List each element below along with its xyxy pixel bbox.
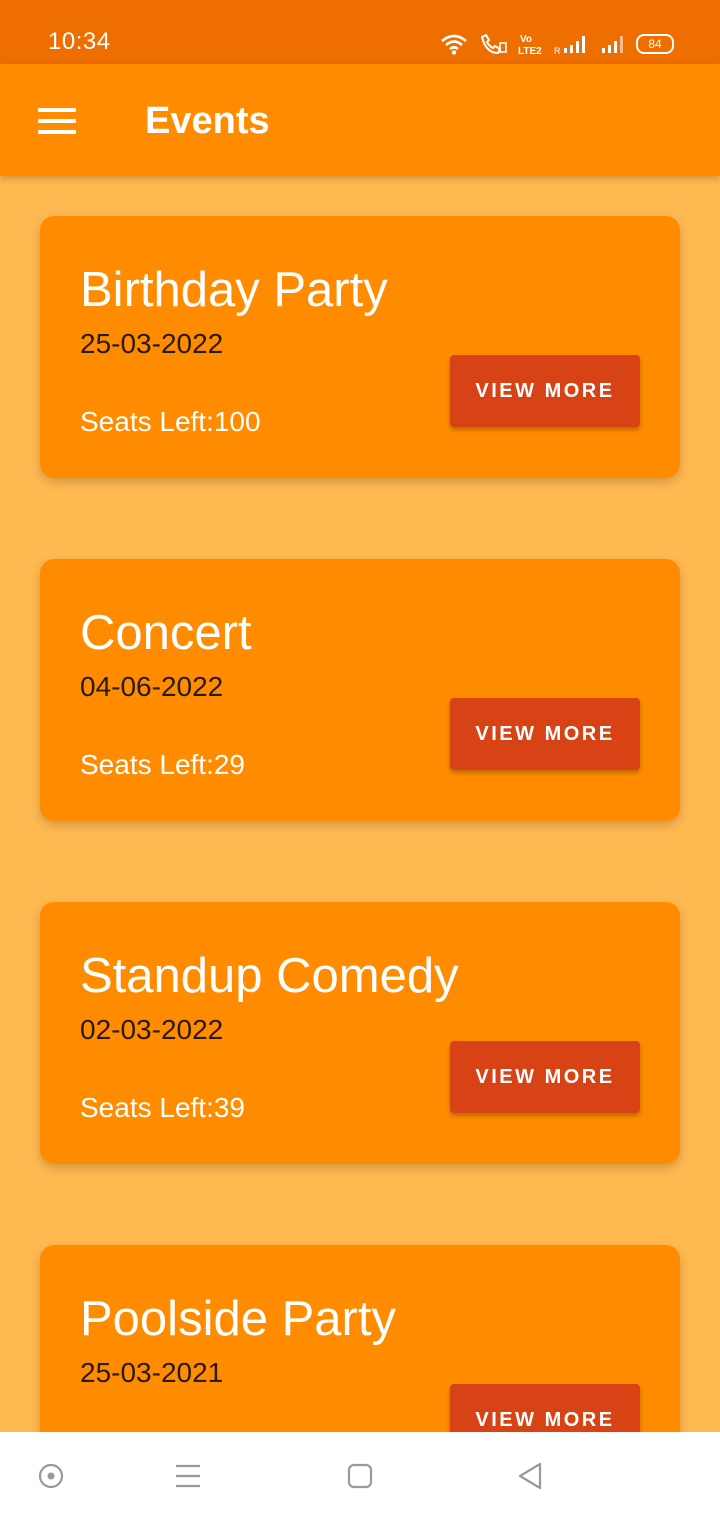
event-seats: Seats Left:39: [80, 1092, 246, 1123]
svg-text:Vo: Vo: [520, 34, 532, 45]
page-title: Events: [145, 100, 270, 142]
event-seats: Seats Left:100: [80, 406, 261, 437]
view-more-button[interactable]: VIEW MORE: [450, 1384, 640, 1432]
status-time: 10:34: [48, 28, 111, 55]
view-more-button[interactable]: VIEW MORE: [450, 698, 640, 770]
menu-icon[interactable]: [38, 108, 76, 134]
back-icon[interactable]: [516, 1462, 544, 1490]
event-title: Concert: [80, 606, 252, 660]
app-bar: Events: [0, 64, 720, 176]
volte-icon: Vo LTE2: [518, 34, 542, 56]
event-card: Concert 04-06-2022 Seats Left:29 VIEW MO…: [40, 559, 680, 821]
view-more-button[interactable]: VIEW MORE: [450, 1041, 640, 1113]
event-list[interactable]: Birthday Party 25-03-2022 Seats Left:100…: [0, 176, 720, 1432]
menu-icon-line: [38, 108, 76, 112]
system-nav-bar: [0, 1432, 720, 1520]
home-icon[interactable]: [346, 1462, 374, 1490]
assistant-icon[interactable]: [37, 1462, 65, 1490]
status-bar: 10:34 Vo LTE2 R 84: [0, 0, 720, 64]
svg-text:LTE2: LTE2: [518, 46, 542, 56]
event-date: 25-03-2021: [80, 1357, 224, 1388]
view-more-button[interactable]: VIEW MORE: [450, 355, 640, 427]
event-title: Birthday Party: [80, 263, 388, 317]
signal-icon: R: [554, 36, 585, 55]
event-card: Standup Comedy 02-03-2022 Seats Left:39 …: [40, 902, 680, 1164]
event-date: 25-03-2022: [80, 328, 224, 359]
menu-icon-line: [38, 119, 76, 123]
wifi-calling-icon: [480, 33, 507, 55]
status-icons: Vo LTE2 R 84: [440, 30, 674, 58]
event-date: 02-03-2022: [80, 1014, 224, 1045]
recents-icon[interactable]: [174, 1462, 202, 1490]
battery-icon: 84: [636, 34, 674, 54]
wifi-icon: [441, 34, 467, 55]
event-card: Birthday Party 25-03-2022 Seats Left:100…: [40, 216, 680, 478]
event-title: Standup Comedy: [80, 949, 459, 1003]
svg-text:R: R: [554, 46, 561, 55]
signal-icon: [602, 36, 623, 53]
event-card: Poolside Party 25-03-2021 VIEW MORE: [40, 1245, 680, 1432]
event-seats: Seats Left:29: [80, 749, 246, 780]
event-title: Poolside Party: [80, 1292, 396, 1346]
menu-icon-line: [38, 130, 76, 134]
event-date: 04-06-2022: [80, 671, 224, 702]
